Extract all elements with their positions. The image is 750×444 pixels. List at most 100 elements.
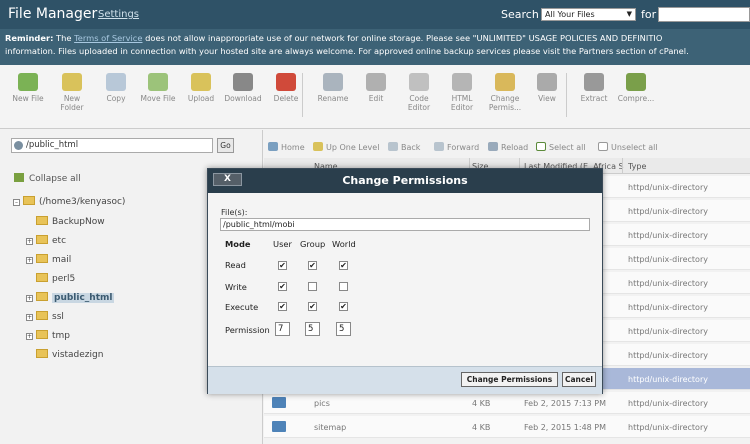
- folder-icon: [23, 196, 35, 205]
- home-button[interactable]: Home: [268, 142, 305, 152]
- execute-group-checkbox[interactable]: ✔: [308, 302, 317, 311]
- unselect-all-label: Unselect all: [611, 143, 658, 152]
- write-group-checkbox[interactable]: [308, 282, 317, 291]
- tree-item[interactable]: BackupNow: [26, 216, 105, 227]
- tree-item[interactable]: + tmp: [26, 330, 70, 341]
- expand-icon[interactable]: +: [26, 314, 33, 321]
- cell-type: httpd/unix-directory: [628, 279, 708, 288]
- files-field[interactable]: /public_html/mobi: [220, 218, 590, 231]
- dialog-title: Change Permissions: [208, 169, 602, 193]
- execute-user-checkbox[interactable]: ✔: [278, 302, 287, 311]
- toolbar-new-file-button[interactable]: New File: [6, 73, 50, 103]
- permission-group-field[interactable]: 5: [305, 322, 320, 336]
- tree-item[interactable]: vistadezign: [26, 349, 103, 360]
- reload-button[interactable]: Reload: [488, 142, 528, 152]
- tree-item[interactable]: + ssl: [26, 311, 64, 322]
- cell-type: httpd/unix-directory: [628, 351, 708, 360]
- table-row[interactable]: sitemap 4 KB Feb 2, 2015 1:48 PM httpd/unix…: [264, 416, 750, 438]
- path-value: /public_html: [26, 140, 79, 150]
- toolbar-label: Copy: [106, 94, 126, 103]
- view-icon: [537, 73, 557, 91]
- path-input[interactable]: /public_html: [11, 138, 213, 153]
- toolbar-upload-button[interactable]: Upload: [179, 73, 223, 103]
- tree-item-label: mail: [52, 255, 72, 265]
- toolbar-view-button[interactable]: View: [525, 73, 569, 103]
- cell-size: 4 KB: [472, 423, 491, 432]
- table-row[interactable]: pics 4 KB Feb 2, 2015 7:13 PM httpd/unix-di…: [264, 392, 750, 414]
- toolbar-label: Edit: [368, 94, 384, 103]
- write-world-checkbox[interactable]: [339, 282, 348, 291]
- tree-item[interactable]: + mail: [26, 254, 71, 265]
- tree-item[interactable]: + public_html: [26, 292, 115, 303]
- expand-icon[interactable]: +: [26, 295, 33, 302]
- extract-icon: [584, 73, 604, 91]
- up-level-icon: [313, 142, 323, 151]
- change-permissions-button[interactable]: Change Permissions: [461, 372, 558, 387]
- toolbar-rename-button[interactable]: Rename: [311, 73, 355, 103]
- tree-item[interactable]: + etc: [26, 235, 66, 246]
- read-group-checkbox[interactable]: ✔: [308, 261, 317, 270]
- cell-name: pics: [314, 399, 330, 408]
- toolbar-edit-button[interactable]: Edit: [354, 73, 398, 103]
- search-input[interactable]: [658, 7, 750, 22]
- tree-item-label: perl5: [52, 274, 76, 284]
- toolbar-extract-button[interactable]: Extract: [572, 73, 616, 103]
- close-button[interactable]: X: [213, 173, 242, 186]
- upload-icon: [191, 73, 211, 91]
- tree-item-label: etc: [52, 236, 67, 246]
- toolbar-code-editor-button[interactable]: Code Editor: [397, 73, 441, 112]
- back-button[interactable]: Back: [388, 142, 420, 152]
- toolbar-label-2: Editor: [407, 103, 431, 112]
- up-one-level-button[interactable]: Up One Level: [313, 142, 379, 152]
- permission-world-field[interactable]: 5: [336, 322, 351, 336]
- col-type[interactable]: Type: [628, 162, 646, 171]
- back-arrow-icon: [388, 142, 398, 151]
- folder-icon: [36, 292, 48, 301]
- toolbar-label: Upload: [187, 94, 215, 103]
- top-bar: File Manager Settings Search All Your Fi…: [0, 0, 750, 29]
- forward-arrow-icon: [434, 142, 444, 151]
- cell-type: httpd/unix-directory: [628, 399, 708, 408]
- tree-item-label: BackupNow: [52, 217, 105, 227]
- expand-icon[interactable]: +: [26, 333, 33, 340]
- forward-button[interactable]: Forward: [434, 142, 479, 152]
- collapse-all-label: Collapse all: [29, 174, 81, 184]
- toolbar-label: HTML: [451, 94, 473, 103]
- write-label: Write: [225, 282, 247, 292]
- search-scope-select[interactable]: All Your Files ▼: [541, 8, 636, 21]
- permission-user-field[interactable]: 7: [275, 322, 290, 336]
- search-scope-value: All Your Files: [545, 10, 595, 19]
- cell-type: httpd/unix-directory: [628, 303, 708, 312]
- cancel-button[interactable]: Cancel: [562, 372, 596, 387]
- home-label: Home: [281, 143, 305, 152]
- select-all-button[interactable]: Select all: [536, 142, 586, 152]
- execute-world-checkbox[interactable]: ✔: [339, 302, 348, 311]
- reminder-prefix: Reminder:: [5, 33, 54, 43]
- settings-link[interactable]: Settings: [98, 9, 139, 20]
- toolbar-compress-button[interactable]: Compre...: [614, 73, 658, 103]
- tree-item[interactable]: perl5: [26, 273, 75, 284]
- tree-item[interactable]: – (/home3/kenyasoc): [13, 196, 125, 207]
- terms-of-service-link[interactable]: Terms of Service: [74, 33, 142, 43]
- toolbar-move-file-button[interactable]: Move File: [136, 73, 180, 103]
- toolbar-download-button[interactable]: Download: [221, 73, 265, 103]
- toolbar-html-editor-button[interactable]: HTML Editor: [440, 73, 484, 112]
- tree-item-label: ssl: [52, 312, 64, 322]
- collapse-all-link[interactable]: Collapse all: [14, 173, 81, 184]
- toolbar-label: Compre...: [617, 94, 655, 103]
- execute-label: Execute: [225, 302, 259, 312]
- toolbar-new-folder-button[interactable]: New Folder: [50, 73, 94, 112]
- write-user-checkbox[interactable]: ✔: [278, 282, 287, 291]
- unselect-all-button[interactable]: Unselect all: [598, 142, 658, 152]
- collapse-icon[interactable]: –: [13, 199, 20, 206]
- go-button[interactable]: Go: [217, 138, 234, 153]
- expand-icon[interactable]: +: [26, 238, 33, 245]
- toolbar-label-2: Editor: [450, 103, 474, 112]
- read-world-checkbox[interactable]: ✔: [339, 261, 348, 270]
- tree-item-label: tmp: [52, 331, 71, 341]
- toolbar-copy-button[interactable]: Copy: [94, 73, 138, 103]
- read-user-checkbox[interactable]: ✔: [278, 261, 287, 270]
- toolbar-label: Extract: [580, 94, 608, 103]
- toolbar-change-permissions-button[interactable]: Change Permis...: [483, 73, 527, 112]
- expand-icon[interactable]: +: [26, 257, 33, 264]
